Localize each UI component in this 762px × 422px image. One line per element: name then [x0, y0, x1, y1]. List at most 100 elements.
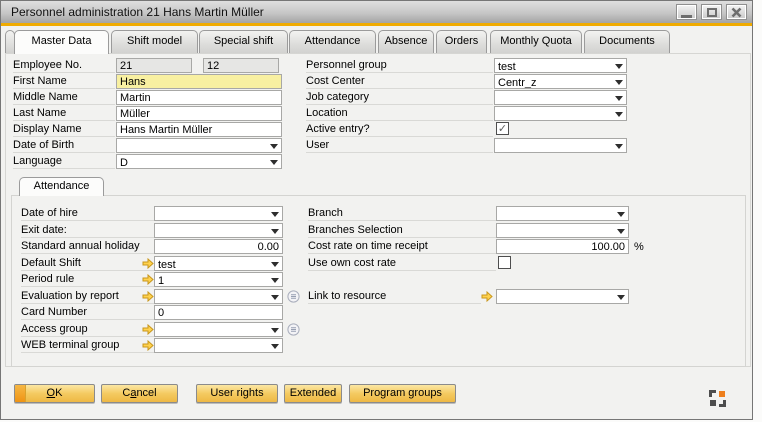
branch-combo[interactable]	[496, 206, 629, 221]
window-controls	[676, 4, 747, 20]
tab-orders[interactable]: Orders	[436, 30, 487, 53]
employee-no-input-2[interactable]	[203, 58, 279, 73]
combo-value: D	[120, 157, 128, 169]
cost-center-combo[interactable]: Centr_z	[494, 74, 627, 89]
link-arrow-icon[interactable]	[142, 274, 154, 285]
job-category-combo[interactable]	[494, 90, 627, 105]
window-title: Personnel administration 21 Hans Martin …	[1, 5, 264, 19]
use-own-cost-rate-checkbox[interactable]	[498, 256, 511, 269]
first-name-input[interactable]	[116, 74, 282, 89]
sub-tab-attendance[interactable]: Attendance	[19, 177, 104, 196]
row-date-of-hire: Date of hire	[21, 206, 311, 222]
cost-center-label: Cost Center	[306, 74, 493, 89]
tab-label: Monthly Quota	[500, 35, 572, 47]
web-terminal-group-combo[interactable]	[154, 338, 283, 353]
middle-name-label: Middle Name	[13, 90, 115, 105]
tab-label: Master Data	[32, 35, 92, 47]
evaluation-by-report-combo[interactable]	[154, 289, 283, 304]
row-user: User	[306, 138, 630, 154]
display-name-input[interactable]	[116, 122, 282, 137]
tab-special-shift[interactable]: Special shift	[199, 30, 288, 53]
access-group-label: Access group	[21, 322, 154, 337]
row-middle-name: Middle Name	[13, 90, 283, 106]
row-branches-selection: Branches Selection	[308, 223, 648, 239]
branch-label: Branch	[308, 206, 496, 221]
link-to-resource-combo[interactable]	[496, 289, 629, 304]
maximize-icon	[707, 8, 717, 17]
button-label: K	[55, 387, 62, 399]
tab-label: Orders	[445, 35, 479, 47]
user-rights-button[interactable]: User rights	[196, 384, 278, 403]
last-name-input[interactable]	[116, 106, 282, 121]
row-cost-center: Cost Center Centr_z	[306, 74, 630, 90]
row-default-shift: Default Shift test	[21, 256, 311, 272]
cost-rate-input[interactable]	[496, 239, 629, 254]
combo-value: test	[498, 61, 516, 73]
tab-label: Shift model	[127, 35, 182, 47]
minimize-button[interactable]	[676, 4, 697, 20]
ok-button[interactable]: OK	[14, 384, 95, 403]
row-active-entry: Active entry? ✓	[306, 122, 630, 138]
row-date-of-birth: Date of Birth	[13, 138, 283, 154]
evaluation-by-report-label: Evaluation by report	[21, 289, 154, 304]
resize-grip-icon[interactable]	[709, 390, 726, 407]
active-entry-checkbox[interactable]: ✓	[496, 122, 509, 135]
employee-no-input-1[interactable]	[116, 58, 192, 73]
tab-attendance[interactable]: Attendance	[289, 30, 376, 53]
personnel-group-combo[interactable]: test	[494, 58, 627, 73]
cancel-button[interactable]: Cancel	[101, 384, 178, 403]
default-shift-combo[interactable]: test	[154, 256, 283, 271]
tab-master-data[interactable]: Master Data	[14, 30, 109, 54]
program-groups-button[interactable]: Program groups	[349, 384, 456, 403]
title-bar[interactable]: Personnel administration 21 Hans Martin …	[1, 1, 752, 23]
user-combo[interactable]	[494, 138, 627, 153]
middle-name-input[interactable]	[116, 90, 282, 105]
minimize-icon	[681, 15, 692, 18]
choose-from-list-icon[interactable]	[287, 290, 300, 303]
cost-rate-suffix: %	[634, 240, 644, 254]
choose-from-list-icon[interactable]	[287, 323, 300, 336]
button-label: ncel	[136, 387, 156, 399]
location-label: Location	[306, 106, 493, 121]
desktop-background-strip	[755, 0, 762, 422]
card-number-input[interactable]	[154, 305, 283, 320]
row-web-terminal-group: WEB terminal group	[21, 338, 311, 354]
maximize-button[interactable]	[701, 4, 722, 20]
row-exit-date: Exit date:	[21, 223, 311, 239]
link-arrow-icon[interactable]	[142, 324, 154, 335]
combo-value: 1	[158, 275, 164, 287]
tab-shift-model[interactable]: Shift model	[111, 30, 198, 53]
button-label: Program groups	[363, 387, 442, 399]
period-rule-combo[interactable]: 1	[154, 272, 283, 287]
tab-monthly-quota[interactable]: Monthly Quota	[490, 30, 582, 53]
row-display-name: Display Name	[13, 122, 283, 138]
date-of-birth-label: Date of Birth	[13, 138, 115, 153]
row-link-to-resource: Link to resource	[308, 289, 648, 305]
tab-absence[interactable]: Absence	[378, 30, 434, 53]
link-arrow-icon[interactable]	[142, 291, 154, 302]
row-location: Location	[306, 106, 630, 122]
web-terminal-group-label: WEB terminal group	[21, 338, 154, 353]
location-combo[interactable]	[494, 106, 627, 121]
branches-selection-label: Branches Selection	[308, 223, 496, 238]
link-arrow-icon[interactable]	[142, 258, 154, 269]
row-period-rule: Period rule 1	[21, 272, 311, 288]
link-arrow-icon[interactable]	[142, 340, 154, 351]
button-label: User rights	[210, 387, 263, 399]
standard-annual-holiday-input[interactable]	[154, 239, 283, 254]
language-combo[interactable]: D	[116, 154, 282, 169]
extended-button[interactable]: Extended	[284, 384, 342, 403]
display-name-label: Display Name	[13, 122, 115, 137]
row-cost-rate: Cost rate on time receipt %	[308, 239, 648, 255]
access-group-combo[interactable]	[154, 322, 283, 337]
exit-date-combo[interactable]	[154, 223, 283, 238]
tab-label: Absence	[385, 35, 428, 47]
close-button[interactable]	[726, 4, 747, 20]
link-arrow-icon[interactable]	[481, 291, 493, 302]
tab-label: Documents	[599, 35, 655, 47]
date-of-birth-combo[interactable]	[116, 138, 282, 153]
job-category-label: Job category	[306, 90, 493, 105]
branches-selection-combo[interactable]	[496, 223, 629, 238]
date-of-hire-combo[interactable]	[154, 206, 283, 221]
tab-documents[interactable]: Documents	[584, 30, 670, 53]
